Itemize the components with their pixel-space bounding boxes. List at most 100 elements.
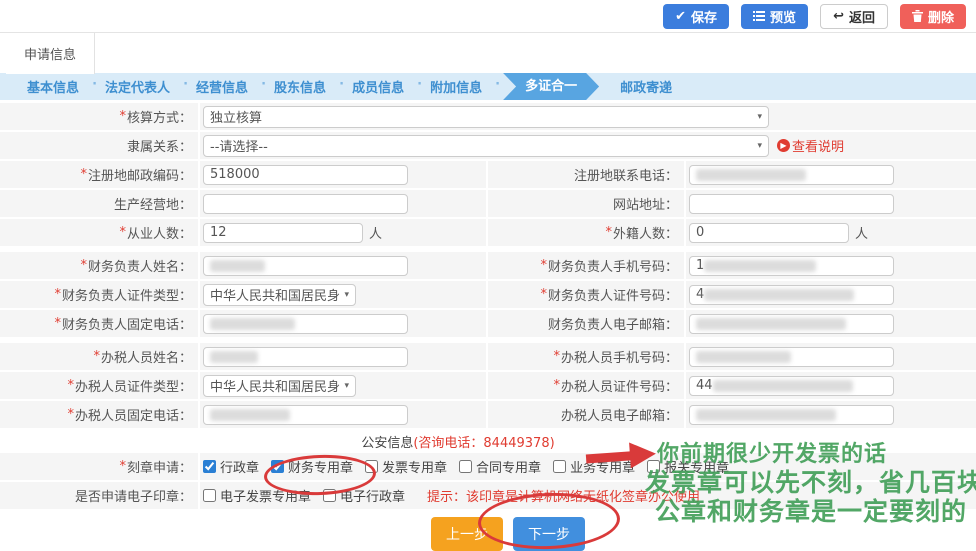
- seal-option-finance[interactable]: 财务专用章: [271, 457, 353, 476]
- step-basic-info[interactable]: 基本信息: [14, 77, 92, 96]
- seal-option-invoice[interactable]: 发票专用章: [365, 457, 447, 476]
- fin-name-label: 财务负责人姓名：: [88, 256, 192, 275]
- check-icon: ✔: [675, 9, 686, 24]
- toolbar: ✔ 保存 预览 ↩ 返回 删除: [0, 0, 976, 33]
- row-finance-idtype-idno: *财务负责人证件类型： 中华人民共和国居民身份证 ▾ *财务负责人证件号码： 4: [0, 281, 976, 308]
- affiliation-select[interactable]: --请选择-- ▾: [203, 135, 769, 157]
- chevron-down-icon: ▾: [757, 141, 762, 151]
- row-seal-application: *刻章申请： 行政章 财务专用章 发票专用章 合同专用章 业务专用章 报关专用章: [0, 453, 976, 480]
- tab-application-info[interactable]: 申请信息: [6, 33, 95, 74]
- preview-button[interactable]: 预览: [741, 4, 808, 29]
- seal-option-business[interactable]: 业务专用章: [553, 457, 635, 476]
- masked-value: [713, 380, 853, 392]
- eseal-checkbox-administrative[interactable]: [323, 489, 336, 502]
- tax-idno-label: 办税人员证件号码：: [561, 376, 678, 395]
- accounting-method-select[interactable]: 独立核算 ▾: [203, 106, 769, 128]
- wizard-footer: 上一步 下一步: [20, 511, 976, 551]
- seal-option-administrative[interactable]: 行政章: [203, 457, 259, 476]
- application-form: *核算方式： 独立核算 ▾ 隶属关系： --请选择-- ▾ ▶查看说明 *注册地…: [0, 103, 976, 551]
- biz-place-input[interactable]: [203, 194, 408, 214]
- eseal-label: 是否申请电子印章：: [75, 486, 192, 505]
- tab-bar: 申请信息: [0, 33, 976, 73]
- fin-name-input[interactable]: [203, 256, 408, 276]
- help-arrow-icon: ▶: [777, 139, 790, 152]
- tax-name-label: 办税人员姓名：: [101, 347, 192, 366]
- foreigners-input[interactable]: [689, 223, 849, 243]
- masked-value: [696, 169, 806, 181]
- eseal-option-administrative[interactable]: 电子行政章: [323, 486, 405, 505]
- back-button[interactable]: ↩ 返回: [820, 4, 888, 29]
- row-affiliation: 隶属关系： --请选择-- ▾ ▶查看说明: [0, 132, 976, 159]
- row-eseal-application: 是否申请电子印章： 电子发票专用章 电子行政章 提示：该印章是计算机网络无纸化签…: [0, 482, 976, 509]
- fin-idtype-label: 财务负责人证件类型：: [62, 285, 192, 304]
- postcode-input[interactable]: [203, 165, 408, 185]
- seal-checkbox-contract[interactable]: [459, 460, 472, 473]
- fin-idtype-select[interactable]: 中华人民共和国居民身份证 ▾: [203, 284, 356, 306]
- row-accounting-method: *核算方式： 独立核算 ▾: [0, 103, 976, 130]
- seal-option-customs[interactable]: 报关专用章: [647, 457, 729, 476]
- tax-tel-input[interactable]: [203, 405, 408, 425]
- row-finance-tel-email: *财务负责人固定电话： 财务负责人电子邮箱：: [0, 310, 976, 337]
- fin-mobile-label: 财务负责人手机号码：: [548, 256, 678, 275]
- seal-checkbox-administrative[interactable]: [203, 460, 216, 473]
- seal-checkbox-invoice[interactable]: [365, 460, 378, 473]
- preview-label: 预览: [770, 7, 796, 26]
- save-button[interactable]: ✔ 保存: [663, 4, 729, 29]
- masked-value: [696, 318, 846, 330]
- row-tax-name-mobile: *办税人员姓名： *办税人员手机号码：: [0, 343, 976, 370]
- fin-tel-label: 财务负责人固定电话：: [62, 314, 192, 333]
- step-shareholder-info[interactable]: 股东信息: [261, 77, 339, 96]
- view-instructions-link[interactable]: ▶查看说明: [777, 136, 844, 155]
- seal-checkbox-customs[interactable]: [647, 460, 660, 473]
- step-nav: 基本信息 法定代表人 经营信息 股东信息 成员信息 附加信息 多证合一 邮政寄递: [0, 73, 976, 100]
- fin-idno-label: 财务负责人证件号码：: [548, 285, 678, 304]
- tax-tel-label: 办税人员固定电话：: [75, 405, 192, 424]
- tax-email-input[interactable]: [689, 405, 894, 425]
- fin-tel-input[interactable]: [203, 314, 408, 334]
- tax-idno-input[interactable]: 44: [689, 376, 894, 396]
- row-finance-name-mobile: *财务负责人姓名： *财务负责人手机号码： 1: [0, 252, 976, 279]
- eseal-checkbox-invoice[interactable]: [203, 489, 216, 502]
- tax-mobile-input[interactable]: [689, 347, 894, 367]
- biz-place-label: 生产经营地：: [114, 194, 192, 213]
- website-input[interactable]: [689, 194, 894, 214]
- chevron-down-icon: ▾: [757, 112, 762, 122]
- reg-phone-input[interactable]: [689, 165, 894, 185]
- seal-option-contract[interactable]: 合同专用章: [459, 457, 541, 476]
- website-label: 网站地址：: [613, 194, 678, 213]
- step-postal-delivery[interactable]: 邮政寄递: [607, 77, 685, 96]
- masked-value: [704, 260, 816, 272]
- masked-value: [210, 409, 290, 421]
- step-member-info[interactable]: 成员信息: [339, 77, 417, 96]
- row-tax-tel-email: *办税人员固定电话： 办税人员电子邮箱：: [0, 401, 976, 428]
- list-icon: [753, 10, 765, 22]
- step-business-info[interactable]: 经营信息: [183, 77, 261, 96]
- eseal-option-invoice[interactable]: 电子发票专用章: [203, 486, 311, 505]
- masked-value: [210, 260, 265, 272]
- masked-value: [696, 409, 836, 421]
- step-multi-certificate-active[interactable]: 多证合一: [503, 73, 599, 100]
- fin-email-input[interactable]: [689, 314, 894, 334]
- row-employees-foreigners: *从业人数： 人 *外籍人数： 人: [0, 219, 976, 246]
- chevron-down-icon: ▾: [344, 290, 349, 300]
- seal-label: 刻章申请：: [127, 457, 192, 476]
- step-additional-info[interactable]: 附加信息: [417, 77, 495, 96]
- row-postcode-phone: *注册地邮政编码： 注册地联系电话：: [0, 161, 976, 188]
- tax-idtype-select[interactable]: 中华人民共和国居民身份证 ▾: [203, 375, 356, 397]
- foreigners-label: 外籍人数：: [613, 223, 678, 242]
- foreigners-unit: 人: [855, 223, 868, 242]
- return-arrow-icon: ↩: [833, 9, 844, 24]
- seal-checkbox-business[interactable]: [553, 460, 566, 473]
- fin-mobile-input[interactable]: 1: [689, 256, 894, 276]
- tax-name-input[interactable]: [203, 347, 408, 367]
- affiliation-label: 隶属关系：: [127, 136, 192, 155]
- police-info-text: 公安信息: [361, 432, 413, 451]
- employees-input[interactable]: [203, 223, 363, 243]
- delete-button[interactable]: 删除: [900, 4, 966, 29]
- save-label: 保存: [691, 7, 717, 26]
- reg-phone-label: 注册地联系电话：: [574, 165, 678, 184]
- step-legal-representative[interactable]: 法定代表人: [92, 77, 183, 96]
- seal-checkbox-finance[interactable]: [271, 460, 284, 473]
- postcode-label: 注册地邮政编码：: [88, 165, 192, 184]
- fin-idno-input[interactable]: 4: [689, 285, 894, 305]
